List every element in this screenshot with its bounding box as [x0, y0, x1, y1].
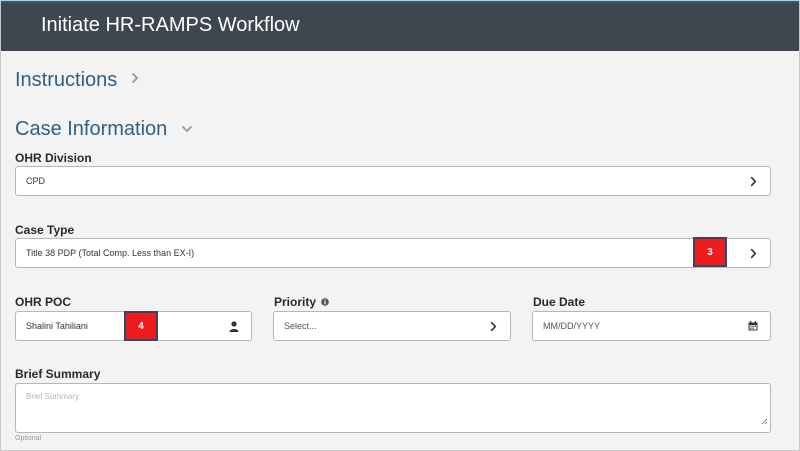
page-header: Initiate HR-RAMPS Workflow — [1, 1, 799, 51]
due-date-placeholder: MM/DD/YYYY — [543, 321, 601, 331]
priority-label: Priority — [274, 295, 317, 309]
ohr-division-value: CPD — [26, 176, 46, 186]
info-icon[interactable] — [321, 295, 330, 309]
instructions-section-toggle[interactable]: Instructions — [15, 69, 139, 92]
brief-summary-hint: Optional — [15, 435, 42, 442]
case-type-select[interactable]: Title 38 PDP (Total Comp. Less than EX-I… — [15, 238, 771, 268]
chevron-down-icon — [181, 120, 193, 138]
resize-handle-icon[interactable] — [760, 412, 768, 430]
annotation-marker: 4 — [124, 311, 158, 341]
calendar-icon[interactable] — [746, 318, 760, 334]
chevron-right-icon — [746, 173, 760, 189]
ohr-poc-value: Shalini Tahiliani — [26, 321, 88, 331]
ohr-division-label: OHR Division — [15, 151, 92, 165]
chevron-right-icon — [746, 245, 760, 261]
case-information-section-toggle[interactable]: Case Information — [15, 118, 193, 141]
priority-placeholder: Select... — [284, 321, 317, 331]
priority-select[interactable]: Select... — [273, 311, 511, 341]
due-date-input[interactable]: MM/DD/YYYY — [532, 311, 771, 341]
chevron-right-icon — [486, 318, 500, 334]
person-icon[interactable] — [227, 318, 241, 334]
case-type-value: Title 38 PDP (Total Comp. Less than EX-I… — [26, 248, 195, 258]
brief-summary-textarea[interactable]: Brief Summary — [15, 383, 771, 433]
ohr-division-select[interactable]: CPD — [15, 166, 771, 196]
priority-label-group: Priority — [274, 295, 330, 309]
instructions-label: Instructions — [15, 69, 118, 91]
case-information-label: Case Information — [15, 118, 168, 140]
due-date-label: Due Date — [533, 295, 586, 309]
ohr-poc-label: OHR POC — [15, 295, 72, 309]
brief-summary-label: Brief Summary — [15, 367, 101, 381]
workflow-panel: Initiate HR-RAMPS Workflow Instructions … — [0, 0, 800, 451]
chevron-right-icon — [131, 71, 139, 89]
brief-summary-placeholder: Brief Summary — [26, 392, 79, 401]
case-type-label: Case Type — [15, 223, 75, 237]
page-title: Initiate HR-RAMPS Workflow — [41, 14, 300, 36]
annotation-marker: 3 — [693, 237, 727, 267]
